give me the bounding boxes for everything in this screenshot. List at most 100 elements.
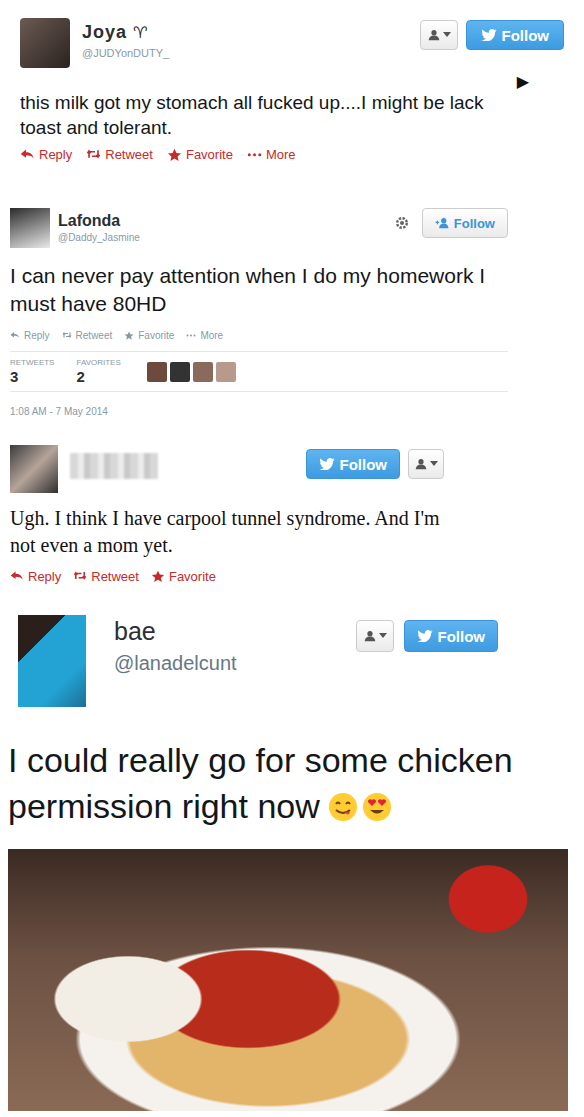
gear-icon (394, 215, 410, 231)
follow-button[interactable]: Follow (422, 208, 508, 238)
follow-button[interactable]: Follow (306, 449, 401, 479)
author: Joya ♈ @JUDYonDUTY_ (82, 18, 420, 59)
tweet-header: Follow (10, 445, 444, 493)
action-label: Retweet (91, 569, 139, 584)
action-label: Favorite (186, 147, 233, 162)
stat[interactable]: FAVORITES2 (76, 358, 120, 385)
follow-button[interactable]: Follow (466, 20, 565, 50)
stat-label: RETWEETS (10, 358, 54, 367)
action-label: Favorite (138, 330, 174, 341)
arrow-icon: ▶ (517, 72, 529, 91)
action-label: More (200, 330, 223, 341)
retweet-icon (62, 331, 72, 340)
author: Lafonda @Daddy_Jasmine (58, 208, 394, 243)
follow-button[interactable]: Follow (404, 620, 499, 652)
user-icon (363, 629, 377, 643)
yum-emoji-icon (328, 792, 358, 822)
action-more[interactable]: More (186, 330, 223, 341)
action-label: Retweet (105, 147, 153, 162)
tweet-actions: Reply Retweet Favorite More (20, 147, 564, 162)
user-icon (414, 457, 428, 471)
action-label: Reply (39, 147, 72, 162)
tweet-actions: Reply Retweet Favorite More (10, 330, 508, 341)
blurred-name (70, 453, 158, 479)
tweet-card: Joya ♈ @JUDYonDUTY_ Follow ▶this milk got my… (0, 0, 584, 198)
tweet-card: bae @lanadelcunt Follow I could really go f… (0, 600, 584, 1117)
stat-value: 2 (76, 368, 120, 385)
stat-value: 3 (10, 368, 54, 385)
bird-icon (417, 630, 433, 643)
author (70, 445, 306, 479)
star-icon (167, 148, 182, 162)
follow-controls: Follow (356, 620, 499, 652)
food-photo (8, 849, 568, 1111)
zodiac: ♈ (133, 23, 147, 42)
avatar[interactable] (18, 615, 86, 707)
avatar[interactable] (10, 445, 58, 493)
stat[interactable]: RETWEETS3 (10, 358, 54, 385)
timestamp[interactable]: 1:08 AM - 7 May 2014 (10, 406, 508, 417)
tweet-text: I could really go for some chicken permi… (8, 741, 513, 825)
action-favorite[interactable]: Favorite (124, 330, 174, 341)
reply-icon (10, 570, 24, 583)
display-name[interactable]: Lafonda (58, 212, 394, 230)
bird-icon (319, 458, 335, 471)
handle[interactable]: @Daddy_Jasmine (58, 232, 394, 243)
follow-controls: Follow (420, 20, 565, 50)
tweet-text-block: I could really go for some chicken permi… (8, 737, 570, 829)
action-label: Favorite (169, 569, 216, 584)
reply-icon (20, 148, 35, 162)
tweet-card: Lafonda @Daddy_Jasmine Follow I can never p… (0, 198, 584, 435)
more-icon (186, 331, 196, 340)
tweet-header: bae @lanadelcunt Follow (0, 615, 584, 707)
handle[interactable]: @lanadelcunt (114, 652, 356, 675)
user-dropdown-button[interactable] (408, 449, 444, 479)
caret-icon (379, 633, 387, 639)
display-name[interactable]: Joya (82, 22, 127, 43)
user-dropdown-button[interactable] (420, 20, 458, 50)
handle[interactable]: @JUDYonDUTY_ (82, 47, 420, 59)
action-reply[interactable]: Reply (20, 147, 72, 162)
caret-icon (443, 32, 451, 38)
tweet-card: FollowUgh. I think I have carpool tunnel… (0, 435, 584, 600)
tweet-header: Lafonda @Daddy_Jasmine Follow (10, 208, 508, 248)
avatar[interactable] (170, 362, 190, 382)
name-line: Joya ♈ (82, 22, 420, 43)
stat-label: FAVORITES (76, 358, 120, 367)
avatar[interactable] (147, 362, 167, 382)
more-icon (247, 148, 262, 162)
follow-controls: Follow (394, 208, 508, 238)
follow-label: Follow (454, 216, 495, 231)
follow-label: Follow (438, 628, 486, 645)
avatar[interactable] (216, 362, 236, 382)
action-retweet[interactable]: Retweet (86, 147, 153, 162)
follow-user-icon (435, 216, 449, 230)
retweet-icon (73, 570, 87, 583)
avatar[interactable] (10, 208, 50, 248)
reply-icon (10, 331, 20, 340)
action-reply[interactable]: Reply (10, 330, 50, 341)
caret-icon (430, 461, 438, 467)
tweet-actions: Reply Retweet Favorite (10, 569, 444, 584)
favoriter-avatars (147, 362, 236, 382)
tweet-text: this milk got my stomach all fucked up..… (20, 90, 520, 140)
avatar[interactable] (20, 18, 70, 68)
bird-icon (481, 29, 497, 42)
action-retweet[interactable]: Retweet (62, 330, 113, 341)
avatar[interactable] (193, 362, 213, 382)
action-reply[interactable]: Reply (10, 569, 61, 584)
follow-controls: Follow (306, 449, 445, 479)
action-favorite[interactable]: Favorite (151, 569, 216, 584)
action-retweet[interactable]: Retweet (73, 569, 139, 584)
emoji-group (328, 792, 392, 822)
follow-label: Follow (502, 27, 550, 44)
tweet-text: I can never pay attention when I do my h… (10, 262, 508, 318)
user-dropdown-button[interactable] (356, 620, 394, 652)
display-name[interactable]: bae (114, 617, 356, 646)
action-favorite[interactable]: Favorite (167, 147, 233, 162)
action-label: Reply (24, 330, 50, 341)
tweet-stats: RETWEETS3 FAVORITES2 (10, 351, 508, 392)
star-icon (151, 570, 165, 583)
action-more[interactable]: More (247, 147, 296, 162)
star-icon (124, 331, 134, 340)
